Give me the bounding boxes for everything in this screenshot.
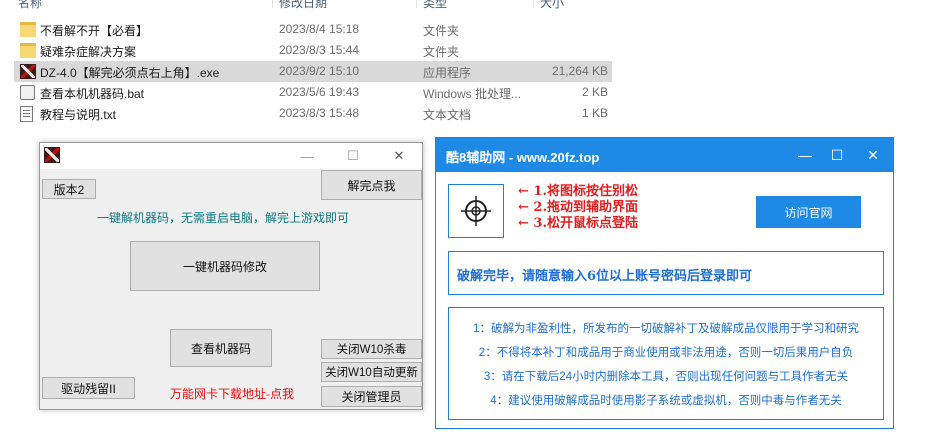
crosshair-app-icon [20, 64, 36, 79]
file-row[interactable]: 查看本机机器码.bat 2023/5/6 19:43 Windows 批处理..… [14, 82, 612, 103]
minimize-button[interactable]: — [792, 144, 818, 166]
minimize-button[interactable]: — [284, 143, 330, 169]
view-machine-code-button[interactable]: 查看机器码 [170, 329, 272, 367]
window-title: 酷8辅助网 - www.20fz.top [446, 150, 600, 165]
step-text: ← 1.将图标按住别松 [518, 184, 638, 199]
file-date: 2023/8/4 15:18 [279, 22, 360, 36]
file-name: DZ-4.0【解完必须点右上角】.exe [40, 66, 220, 80]
drag-steps: ← 1.将图标按住别松 ← 2.拖动到辅助界面 ← 3.松开鼠标点登陆 [518, 184, 638, 232]
column-type[interactable]: 类型 [423, 0, 447, 11]
file-row[interactable]: 不看解不开【必看】 2023/8/4 15:18 文件夹 [14, 19, 612, 40]
file-name: 查看本机机器码.bat [40, 87, 145, 101]
title-bar[interactable]: — ☐ ✕ [40, 143, 422, 169]
column-date[interactable]: 修改日期 [279, 0, 327, 11]
file-row-selected[interactable]: DZ-4.0【解完必须点右上角】.exe 2023/9/2 15:10 应用程序… [14, 61, 612, 82]
crosshair-target-icon[interactable] [449, 185, 503, 237]
drag-target-box[interactable] [448, 184, 504, 238]
maximize-button[interactable]: ☐ [330, 143, 376, 169]
driver-residue-button[interactable]: 驱动残留II [42, 377, 135, 399]
column-size[interactable]: 大小 [540, 0, 564, 11]
unlock-done-button[interactable]: 解完点我 [321, 170, 422, 200]
step-text: ← 2.拖动到辅助界面 [518, 200, 638, 215]
visit-website-button[interactable]: 访问官网 [756, 196, 861, 228]
disclaimer-line: 1：破解为非盈利性，所发布的一切破解补丁及破解成品仅限用于学习和研究 [473, 323, 859, 335]
file-explorer: 名称 修改日期 类型 大小 不看解不开【必看】 2023/8/4 15:18 文… [0, 0, 620, 130]
column-header: 名称 修改日期 类型 大小 [0, 0, 620, 12]
column-divider[interactable] [416, 0, 417, 8]
title-bar[interactable]: 酷8辅助网 - www.20fz.top — ☐ ✕ [436, 138, 893, 172]
crosshair-app-icon [44, 147, 60, 163]
batch-file-icon [20, 85, 35, 100]
disclaimer-line: 4：建议使用破解成品时使用影子系统或虚拟机，否则中毒与作者无关 [490, 395, 842, 407]
file-date: 2023/5/6 19:43 [279, 85, 360, 99]
file-type: 文本文档 [423, 108, 472, 122]
disclaimer-box: 1：破解为非盈利性，所发布的一切破解补丁及破解成品仅限用于学习和研究 2：不得将… [448, 307, 884, 420]
status-message: 破解完毕，请随意输入6位以上账号密码后登录即可 [457, 269, 753, 284]
column-divider[interactable] [533, 0, 534, 8]
assist-window: 酷8辅助网 - www.20fz.top — ☐ ✕ ← 1.将图标按住别松 ←… [435, 137, 894, 429]
file-name: 教程与说明.txt [40, 108, 117, 122]
file-size: 1 KB [581, 106, 608, 120]
disclaimer-line: 3：请在下载后24小时内删除本工具，否则出现任何问题与工具作者无关 [483, 371, 849, 383]
close-button[interactable]: ✕ [376, 143, 422, 169]
file-type: 文件夹 [423, 24, 460, 38]
column-divider[interactable] [272, 0, 273, 8]
close-admin-button[interactable]: 关闭管理员 [321, 386, 422, 407]
file-row[interactable]: 教程与说明.txt 2023/8/3 15:48 文本文档 1 KB [14, 103, 612, 124]
status-message-box: 破解完毕，请随意输入6位以上账号密码后登录即可 [448, 251, 884, 295]
machine-code-tool-window: — ☐ ✕ 版本2 解完点我 一键解机器码，无需重启电脑，解完上游戏即可 一键机… [39, 142, 423, 410]
file-row[interactable]: 疑难杂症解决方案 2023/8/3 15:44 文件夹 [14, 40, 612, 61]
file-name: 不看解不开【必看】 [40, 24, 149, 38]
file-type: Windows 批处理... [423, 87, 522, 101]
text-file-icon [20, 106, 33, 122]
file-name: 疑难杂症解决方案 [40, 45, 137, 59]
file-date: 2023/9/2 15:10 [279, 64, 360, 78]
folder-icon [20, 43, 36, 58]
column-name[interactable]: 名称 [18, 0, 42, 11]
close-button[interactable]: ✕ [860, 144, 886, 166]
disable-defender-button[interactable]: 关闭W10杀毒 [321, 339, 422, 359]
file-type: 应用程序 [423, 66, 472, 80]
instruction-hint: 一键解机器码，无需重启电脑，解完上游戏即可 [97, 211, 350, 225]
file-type: 文件夹 [423, 45, 460, 59]
maximize-button[interactable]: ☐ [824, 144, 850, 166]
folder-icon [20, 22, 36, 37]
file-date: 2023/8/3 15:48 [279, 106, 360, 120]
version-button[interactable]: 版本2 [42, 179, 96, 199]
step-text: ← 3.松开鼠标点登陆 [518, 216, 638, 231]
one-click-modify-button[interactable]: 一键机器码修改 [130, 241, 320, 291]
file-size: 2 KB [581, 85, 608, 99]
disclaimer-line: 2：不得将本补丁和成品用于商业使用或非法用途，否则一切后果用户自负 [478, 347, 854, 359]
file-size: 21,264 KB [551, 64, 608, 78]
nic-download-link[interactable]: 万能网卡下载地址-点我 [170, 385, 294, 402]
disable-auto-update-button[interactable]: 关闭W10自动更新 [321, 362, 422, 382]
file-date: 2023/8/3 15:44 [279, 43, 360, 57]
